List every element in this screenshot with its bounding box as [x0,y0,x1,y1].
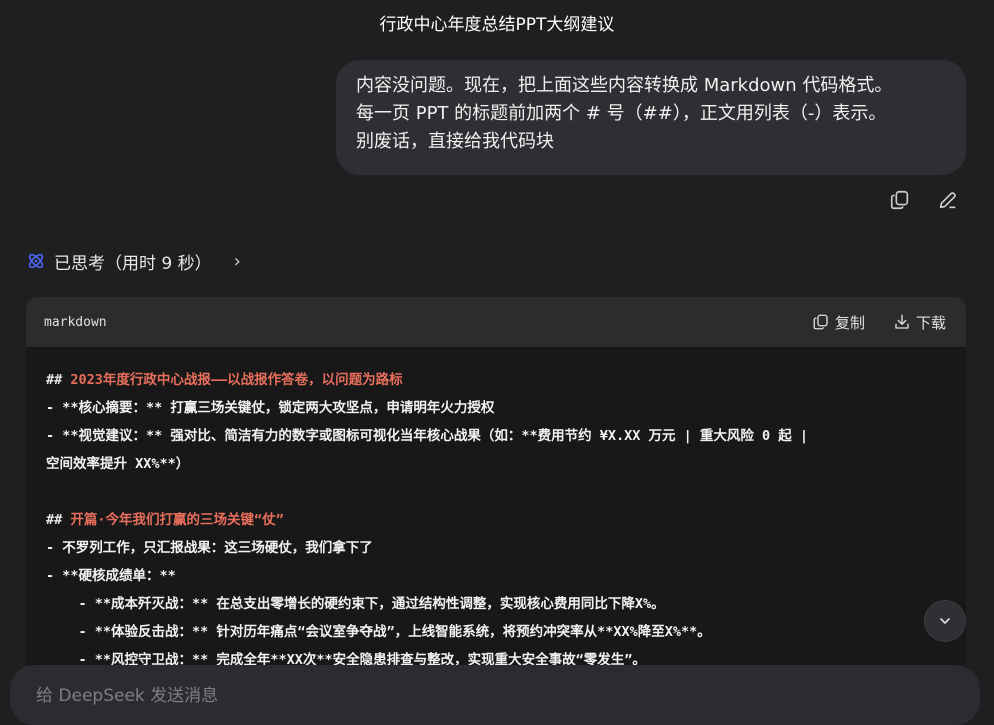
user-message-line: 别废话，直接给我代码块 [356,131,554,152]
code-line: - **成本歼灭战：** 在总支出零增长的硬约束下，通过结构性调整，实现核心费用… [46,596,665,612]
pencil-icon [939,192,956,209]
download-icon [895,314,909,329]
download-code-button[interactable]: 下载 [893,312,946,333]
download-code-label: 下载 [915,313,946,332]
code-heading-line: ## 2023年度行政中心战报——以战报作答卷，以问题为路标 [46,366,946,394]
code-block: markdown 复制 下载 ## 2023年度行政中心战报——以战报作答卷，以… [26,297,966,703]
message-composer [10,665,980,725]
copy-code-label: 复制 [834,313,865,332]
copy-code-button[interactable]: 复制 [812,312,865,333]
code-language-label: markdown [44,314,107,330]
code-line: - **视觉建议：** 强对比、简洁有力的数字或图标可视化当年核心战果（如：**… [46,428,809,444]
user-message-line: 内容没问题。现在，把上面这些内容转换成 Markdown 代码格式。 [356,75,893,96]
conversation-title: 行政中心年度总结PPT大纲建议 [379,15,615,35]
edit-message-button[interactable] [937,189,961,213]
chevron-right-icon: › [233,250,241,272]
code-line: - **硬核成绩单：** [46,568,176,584]
copy-icon [813,314,828,330]
thinking-toggle[interactable]: 已思考（用时 9 秒） › [26,248,241,274]
code-heading-text: 2023年度行政中心战报——以战报作答卷，以问题为路标 [70,372,403,388]
code-line: - 不罗列工作，只汇报战果：这三场硬仗，我们拿下了 [46,540,373,556]
user-message-bubble: 内容没问题。现在，把上面这些内容转换成 Markdown 代码格式。 每一页 P… [336,60,966,175]
code-heading-marker: ## [46,512,71,528]
message-input[interactable] [34,685,938,707]
code-line: - **核心摘要：** 打赢三场关键仗，锁定两大攻坚点，申请明年火力授权 [46,400,495,416]
user-message-line: 每一页 PPT 的标题前加两个 # 号（##），正文用列表（-）表示。 [356,103,887,124]
copy-icon [890,190,909,210]
thinking-label: 已思考（用时 9 秒） [54,253,212,274]
code-line: - **体验反击战：** 针对历年痛点“会议室争夺战”，上线智能系统，将预约冲突… [46,624,711,640]
code-heading-marker: ## [46,372,71,388]
chevron-down-icon [940,618,950,624]
code-content: ## 2023年度行政中心战报——以战报作答卷，以问题为路标 - **核心摘要：*… [26,347,966,674]
code-block-header: markdown 复制 下载 [26,297,966,347]
atom-icon [28,253,44,269]
copy-message-button[interactable] [889,189,913,213]
code-heading-line: ## 开篇·今年我们打赢的三场关键“仗” [46,506,946,534]
scroll-to-bottom-button[interactable] [924,600,966,642]
code-heading-text: 开篇·今年我们打赢的三场关键“仗” [70,512,284,528]
code-line: 空间效率提升 XX%**） [46,456,190,472]
